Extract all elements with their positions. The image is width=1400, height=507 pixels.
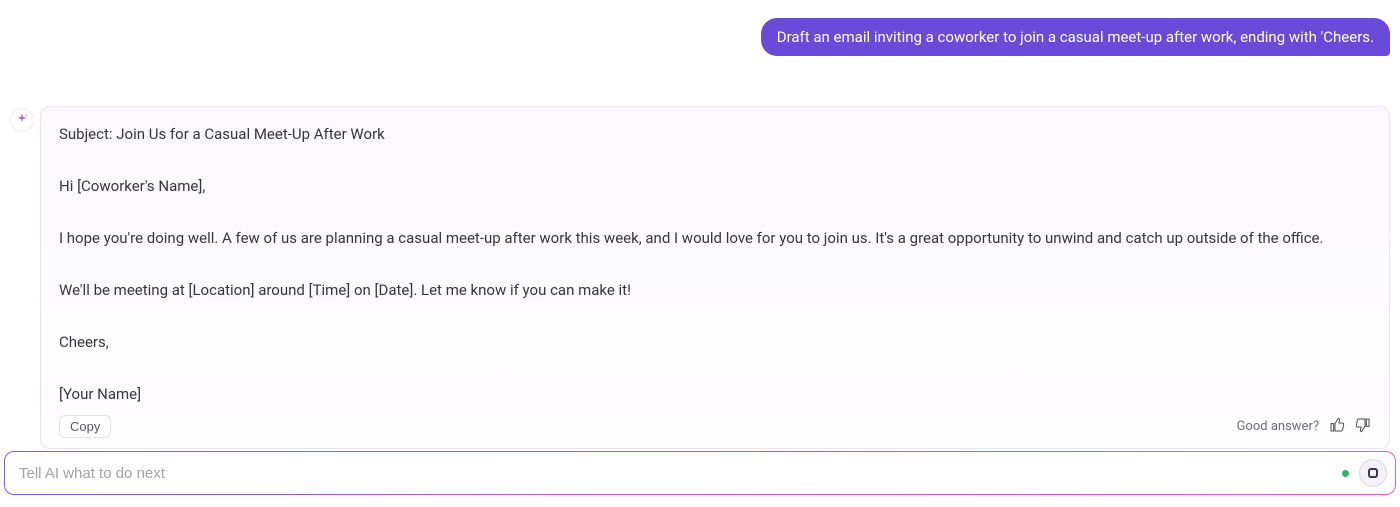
feedback-group: Good answer? [1237,417,1371,437]
user-message-row: Draft an email inviting a coworker to jo… [10,18,1390,56]
thumbs-down-icon[interactable] [1355,417,1371,437]
email-signature: [Your Name] [59,383,1371,405]
status-indicator-icon [1342,470,1349,477]
composer-input[interactable] [19,465,1332,482]
assistant-response-card: Subject: Join Us for a Casual Meet-Up Af… [40,106,1390,449]
response-footer: Copy Good answer? [59,415,1371,438]
assistant-row: Subject: Join Us for a Casual Meet-Up Af… [10,106,1390,449]
assistant-avatar [10,108,34,132]
composer [4,451,1396,495]
email-greeting: Hi [Coworker's Name], [59,175,1371,197]
thumbs-up-icon[interactable] [1329,417,1345,437]
copy-button[interactable]: Copy [59,415,111,438]
stop-icon [1368,468,1378,478]
email-signoff: Cheers, [59,331,1371,353]
user-message-text: Draft an email inviting a coworker to jo… [777,28,1374,46]
user-message-bubble: Draft an email inviting a coworker to jo… [761,18,1390,56]
email-subject: Subject: Join Us for a Casual Meet-Up Af… [59,123,1371,145]
feedback-label: Good answer? [1237,419,1319,434]
sparkle-icon [15,111,29,130]
composer-bar [4,451,1396,495]
email-body-2: We'll be meeting at [Location] around [T… [59,279,1371,301]
stop-button[interactable] [1359,459,1387,487]
email-body-1: I hope you're doing well. A few of us ar… [59,227,1371,249]
